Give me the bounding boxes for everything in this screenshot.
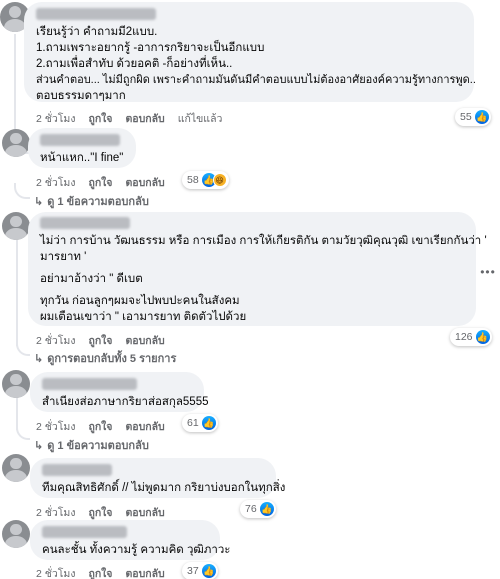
like-link[interactable]: ถูกใจ bbox=[88, 332, 112, 349]
edited-label[interactable]: แก้ไขแล้ว bbox=[178, 110, 223, 127]
reply-arrow-icon: ↳ bbox=[34, 352, 44, 365]
thumbs-up-icon: 👍 bbox=[201, 564, 216, 578]
author-name[interactable] bbox=[42, 464, 112, 476]
comment-actions: 2 ชั่วโมง ถูกใจ ตอบกลับ bbox=[36, 174, 165, 191]
author-name[interactable] bbox=[42, 526, 127, 538]
thumbs-up-icon: 👍 bbox=[474, 110, 489, 124]
reaction-count[interactable]: 61 👍 bbox=[182, 414, 218, 432]
comment-bubble: เรียนรู้ว่า คำถามมี2แบบ. 1.ถามเพราะอยากร… bbox=[24, 2, 476, 102]
comment-bubble: ทีมคุณสิทธิศักดิ์ // ไม่พูดมาก กริยาบ่งบ… bbox=[30, 458, 286, 498]
comment-bubble: คนละชั้น ทั้งความรู้ ความคิด วุฒิภาวะ bbox=[30, 520, 231, 560]
thumbs-up-icon: 👍 bbox=[475, 330, 490, 344]
author-name[interactable] bbox=[40, 217, 130, 229]
comment-time[interactable]: 2 ชั่วโมง bbox=[36, 174, 75, 191]
comment-actions: 2 ชั่วโมง ถูกใจ ตอบกลับ bbox=[36, 565, 165, 579]
reaction-count[interactable]: 126 👍 bbox=[450, 328, 492, 346]
reaction-count[interactable]: 58 👍 😆 bbox=[182, 171, 229, 189]
reaction-count[interactable]: 55 👍 bbox=[455, 108, 491, 126]
reaction-number: 37 bbox=[187, 565, 199, 577]
comment-bubble: หน้าแหก.."I fine" bbox=[28, 128, 136, 168]
view-replies-label: ดูการตอบกลับทั้ง 5 รายการ bbox=[47, 353, 177, 365]
view-replies-link[interactable]: ↳ ดู 1 ข้อความตอบกลับ bbox=[34, 192, 149, 210]
avatar[interactable] bbox=[2, 454, 30, 482]
reaction-count[interactable]: 37 👍 bbox=[182, 562, 218, 579]
reaction-number: 126 bbox=[455, 331, 473, 343]
author-name[interactable] bbox=[40, 134, 120, 146]
reaction-number: 55 bbox=[460, 111, 472, 123]
reaction-count[interactable]: 76 👍 bbox=[240, 500, 276, 518]
comment-bubble: สำเนียงส่อภาษากริยาส่อสกุล5555 bbox=[30, 372, 209, 412]
comment-text: เรียนรู้ว่า คำถามมี2แบบ. bbox=[36, 26, 158, 38]
comment-text: ทุกวัน ก่อนลูกๆผมจะไปพบปะคนในสังคม bbox=[40, 295, 240, 307]
thread-elbow bbox=[16, 426, 30, 440]
comment-time[interactable]: 2 ชั่วโมง bbox=[36, 332, 75, 349]
view-replies-label: ดู 1 ข้อความตอบกลับ bbox=[47, 196, 149, 208]
comment-time[interactable]: 2 ชั่วโมง bbox=[36, 418, 75, 435]
comment-time[interactable]: 2 ชั่วโมง bbox=[36, 565, 75, 579]
comment-text: ส่วนคำตอบ... ไม่มีถูกผิด เพราะคำถามมันดั… bbox=[36, 74, 476, 86]
thread-elbow bbox=[14, 183, 30, 199]
comment-bubble: ไม่ว่า การบ้าน วัฒนธรรม หรือ การเมือง กา… bbox=[28, 212, 487, 326]
more-options-icon[interactable]: ••• bbox=[478, 262, 498, 282]
comment-text: 2.ถามเพื่อสำทับ ด้วยอคติ -ก็อย่างที่เห็น… bbox=[36, 58, 233, 70]
reply-link[interactable]: ตอบกลับ bbox=[125, 174, 164, 191]
reply-arrow-icon: ↳ bbox=[34, 195, 44, 208]
laughing-face-icon: 😆 bbox=[212, 173, 227, 187]
reply-link[interactable]: ตอบกลับ bbox=[125, 332, 164, 349]
thread-line bbox=[16, 240, 18, 346]
view-replies-link[interactable]: ↳ ดูการตอบกลับทั้ง 5 รายการ bbox=[34, 349, 176, 367]
thumbs-up-icon: 👍 bbox=[201, 416, 216, 430]
comment-time[interactable]: 2 ชั่วโมง bbox=[36, 110, 75, 127]
comment-text: 1.ถามเพราะอยากรู้ -อาการกริยาจะเป็นอีกแบ… bbox=[36, 42, 265, 54]
reply-link[interactable]: ตอบกลับ bbox=[125, 418, 164, 435]
comment-actions: 2 ชั่วโมง ถูกใจ ตอบกลับ bbox=[36, 418, 165, 435]
comment-text: อย่ามาอ้างว่า " ดีเบต bbox=[40, 273, 143, 285]
author-name[interactable] bbox=[36, 8, 156, 20]
comment-time[interactable]: 2 ชั่วโมง bbox=[36, 504, 75, 521]
like-link[interactable]: ถูกใจ bbox=[88, 504, 112, 521]
reply-link[interactable]: ตอบกลับ bbox=[125, 565, 164, 579]
like-link[interactable]: ถูกใจ bbox=[88, 174, 112, 191]
comment-actions: 2 ชั่วโมง ถูกใจ ตอบกลับ bbox=[36, 504, 165, 521]
thread-line bbox=[14, 34, 16, 142]
view-replies-link[interactable]: ↳ ดู 1 ข้อความตอบกลับ bbox=[34, 436, 149, 454]
avatar[interactable] bbox=[2, 370, 30, 398]
view-replies-label: ดู 1 ข้อความตอบกลับ bbox=[47, 440, 149, 452]
comment-text: มารยาท ' bbox=[40, 251, 87, 263]
reaction-number: 76 bbox=[245, 503, 257, 515]
author-name[interactable] bbox=[42, 378, 137, 390]
comment-text: สำเนียงส่อภาษากริยาส่อสกุล5555 bbox=[42, 396, 209, 408]
thread-elbow bbox=[16, 340, 30, 356]
comment-text: ผมเตือนเขาว่า " เอามารยาท ติดตัวไปด้วย bbox=[40, 311, 247, 323]
reaction-number: 61 bbox=[187, 417, 199, 429]
reply-link[interactable]: ตอบกลับ bbox=[125, 110, 164, 127]
reply-arrow-icon: ↳ bbox=[34, 439, 44, 452]
reply-link[interactable]: ตอบกลับ bbox=[125, 504, 164, 521]
comment-text: คนละชั้น ทั้งความรู้ ความคิด วุฒิภาวะ bbox=[42, 544, 231, 556]
reaction-number: 58 bbox=[187, 174, 199, 186]
like-link[interactable]: ถูกใจ bbox=[88, 418, 112, 435]
thumbs-up-icon: 👍 bbox=[259, 502, 274, 516]
comment-text: ไม่ว่า การบ้าน วัฒนธรรม หรือ การเมือง กา… bbox=[40, 235, 487, 247]
avatar[interactable] bbox=[2, 129, 30, 157]
avatar[interactable] bbox=[2, 212, 30, 240]
comment-text: หน้าแหก.."I fine" bbox=[40, 152, 124, 164]
like-link[interactable]: ถูกใจ bbox=[88, 110, 112, 127]
comment-actions: 2 ชั่วโมง ถูกใจ ตอบกลับ bbox=[36, 332, 165, 349]
comment-text: ทีมคุณสิทธิศักดิ์ // ไม่พูดมาก กริยาบ่งบ… bbox=[42, 482, 286, 494]
avatar[interactable] bbox=[2, 520, 30, 548]
comment-actions: 2 ชั่วโมง ถูกใจ ตอบกลับ แก้ไขแล้ว bbox=[36, 110, 222, 127]
comment-text: ตอบธรรมดาๆมาก bbox=[36, 90, 126, 102]
like-link[interactable]: ถูกใจ bbox=[88, 565, 112, 579]
